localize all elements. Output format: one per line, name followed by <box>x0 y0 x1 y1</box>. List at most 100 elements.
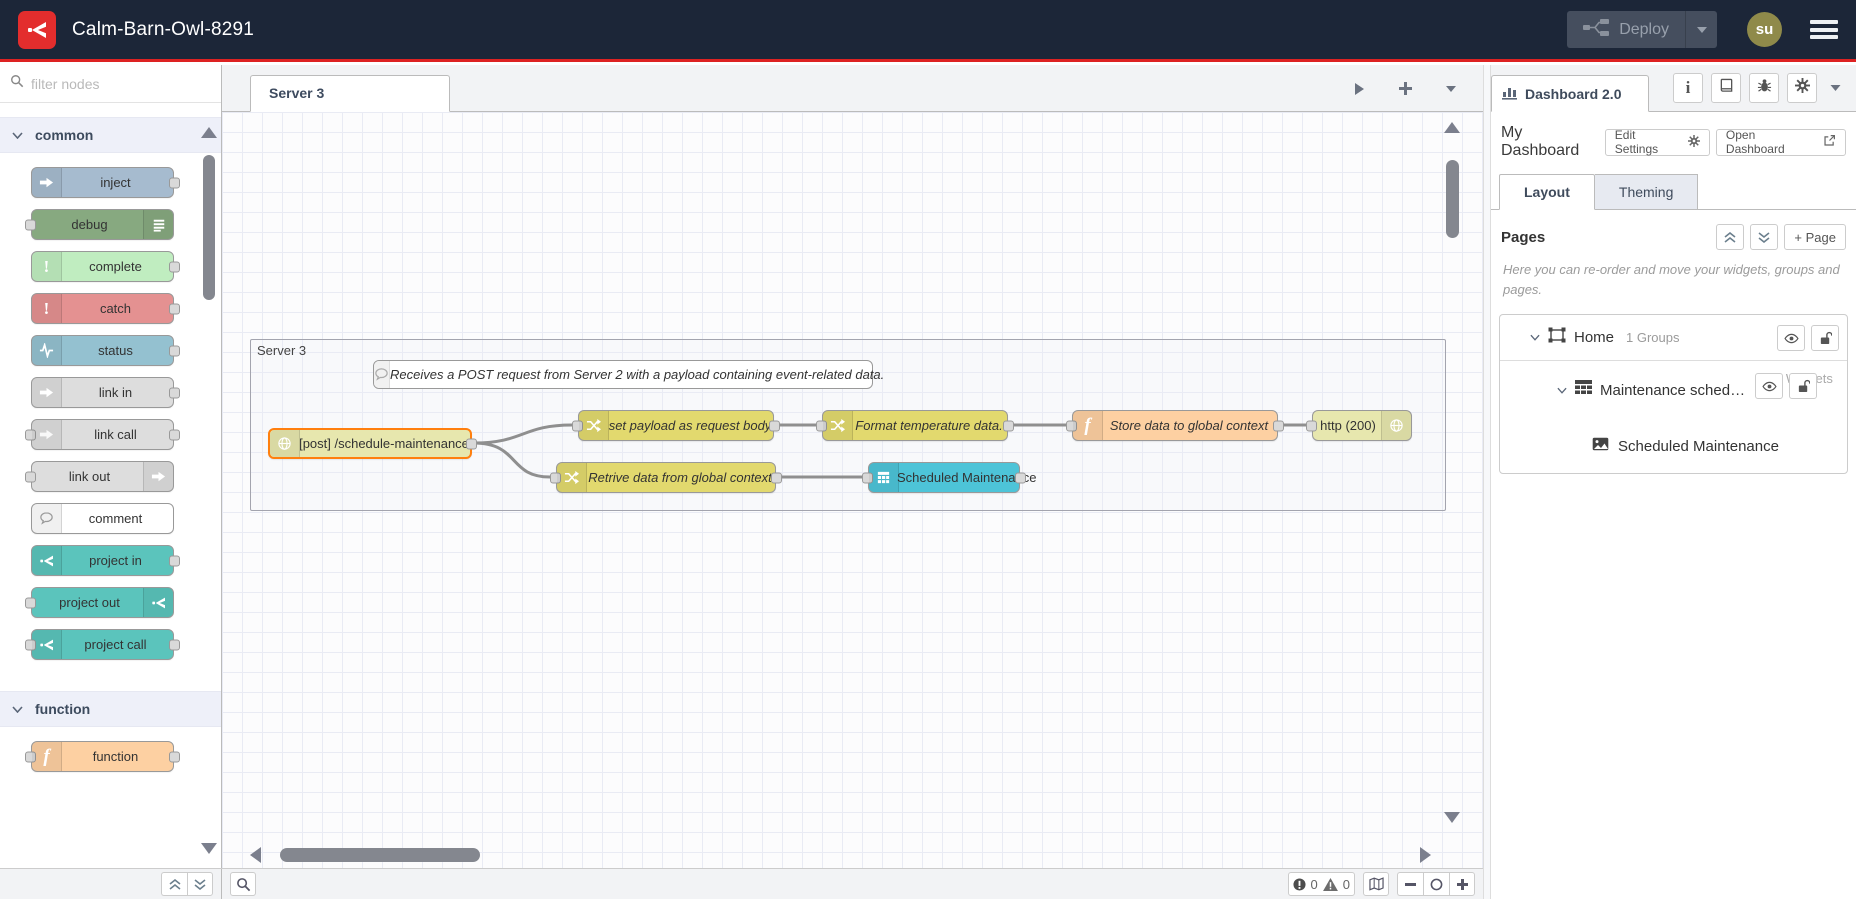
output-port[interactable] <box>1273 420 1284 431</box>
open-dashboard-button[interactable]: Open Dashboard <box>1715 128 1846 156</box>
scroll-down-icon[interactable] <box>201 843 217 854</box>
add-flow-icon[interactable] <box>1395 79 1415 99</box>
output-port[interactable] <box>169 387 180 398</box>
output-port[interactable] <box>1015 472 1026 483</box>
palette-node-comment[interactable]: comment <box>31 503 174 534</box>
chevron-down-icon[interactable] <box>1557 387 1567 394</box>
unlock-toggle-button[interactable] <box>1811 325 1839 352</box>
flow-node-ui-table[interactable]: Scheduled Maintenance <box>862 462 1037 493</box>
flow-node-function-store-data[interactable]: f Store data to global context <box>1066 410 1284 441</box>
palette-category-common[interactable]: common <box>0 117 221 153</box>
flow-node-change-format-temperature[interactable]: Format temperature data. <box>816 410 1014 441</box>
palette-node-function[interactable]: f function <box>25 741 180 772</box>
chevron-down-icon[interactable] <box>1530 334 1540 342</box>
next-tab-icon[interactable] <box>1349 79 1369 99</box>
flow-node-http-in[interactable]: [post] /schedule-maintenance <box>268 428 477 459</box>
palette-node-project-in[interactable]: project in <box>31 545 180 576</box>
node-red-app: Calm-Barn-Owl-8291 Deploy su filter node… <box>0 0 1856 899</box>
expand-all-categories-button[interactable] <box>187 872 213 896</box>
palette-nodes-common: inject debug ! complete ! catch status l… <box>0 153 221 677</box>
zoom-reset-button[interactable] <box>1423 872 1449 896</box>
flow-node-change-retrieve-data[interactable]: Retrive data from global context <box>550 462 782 493</box>
tree-row-widget-scheduled-maintenance[interactable]: Scheduled Maintenance <box>1500 419 1847 473</box>
exclamation-icon: ! <box>32 294 62 323</box>
output-port[interactable] <box>169 751 180 762</box>
zoom-out-button[interactable] <box>1397 872 1423 896</box>
table-grid-icon <box>869 463 899 492</box>
toggle-navigator-button[interactable] <box>1363 872 1389 896</box>
flow-node-change-set-payload[interactable]: set payload as request body <box>572 410 780 441</box>
collapse-all-categories-button[interactable] <box>161 872 187 896</box>
input-port[interactable] <box>25 471 36 482</box>
output-port[interactable] <box>169 303 180 314</box>
palette-node-inject[interactable]: inject <box>31 167 180 198</box>
output-port[interactable] <box>769 420 780 431</box>
main-menu-button[interactable] <box>1810 20 1838 39</box>
output-port[interactable] <box>169 555 180 566</box>
tree-row-page-home[interactable]: Home 1 Groups <box>1500 315 1847 362</box>
palette-node-debug[interactable]: debug <box>25 209 174 240</box>
horizontal-scrollbar-thumb[interactable] <box>280 848 480 862</box>
tab-server-3[interactable]: Server 3 <box>250 75 450 112</box>
edit-settings-button[interactable]: Edit Settings <box>1604 128 1710 156</box>
output-port[interactable] <box>169 429 180 440</box>
output-port[interactable] <box>1003 420 1014 431</box>
output-port[interactable] <box>169 639 180 650</box>
palette-node-status[interactable]: status <box>31 335 180 366</box>
add-page-button[interactable]: + Page <box>1784 224 1846 250</box>
visibility-toggle-button[interactable] <box>1755 373 1783 400</box>
scroll-up-icon[interactable] <box>1444 122 1460 133</box>
sidebar-splitter[interactable] <box>1483 65 1491 899</box>
settings-button[interactable] <box>1787 73 1817 103</box>
deploy-options-button[interactable] <box>1685 11 1717 48</box>
palette-node-link-out[interactable]: link out <box>25 461 174 492</box>
notifications-status[interactable]: 0 0 <box>1287 872 1355 896</box>
output-port[interactable] <box>466 438 477 449</box>
tree-row-group-maintenance[interactable]: Maintenance schedul... 1 Widgets <box>1500 361 1847 419</box>
output-port[interactable] <box>169 345 180 356</box>
scroll-left-icon[interactable] <box>250 847 261 863</box>
output-port[interactable] <box>169 177 180 188</box>
output-port[interactable] <box>169 261 180 272</box>
visibility-toggle-button[interactable] <box>1777 325 1805 352</box>
scroll-right-icon[interactable] <box>1420 847 1431 863</box>
zoom-in-button[interactable] <box>1449 872 1475 896</box>
palette-node-project-call[interactable]: project call <box>25 629 180 660</box>
scrollbar-thumb[interactable] <box>203 155 215 300</box>
search-flows-button[interactable] <box>230 872 256 896</box>
palette-node-catch[interactable]: ! catch <box>31 293 180 324</box>
collapse-all-button[interactable] <box>1716 224 1745 250</box>
palette-node-project-out[interactable]: project out <box>25 587 174 618</box>
palette-filter-input[interactable] <box>31 75 181 92</box>
flow-node-http-response[interactable]: http (200) <box>1306 410 1412 441</box>
tab-dashboard-2[interactable]: Dashboard 2.0 <box>1491 75 1649 112</box>
tab-layout[interactable]: Layout <box>1499 174 1595 210</box>
scroll-up-icon[interactable] <box>201 127 217 138</box>
expand-all-button[interactable] <box>1750 224 1779 250</box>
palette-category-function[interactable]: function <box>0 691 221 727</box>
palette-scrollbar[interactable] <box>201 127 217 854</box>
sidebar-menu-chevron-icon[interactable] <box>1829 84 1842 92</box>
input-port[interactable] <box>1306 420 1317 431</box>
group-label: Server 3 <box>257 343 307 358</box>
vertical-scrollbar-thumb[interactable] <box>1446 160 1459 238</box>
unlock-toggle-button[interactable] <box>1789 373 1817 400</box>
palette-node-link-in[interactable]: link in <box>31 377 180 408</box>
input-port[interactable] <box>25 219 36 230</box>
page-label: Home <box>1574 329 1615 347</box>
input-port[interactable] <box>25 597 36 608</box>
info-button[interactable]: i <box>1673 73 1703 103</box>
node-palette: common inject debug ! complete ! catch <box>0 65 222 868</box>
palette-node-link-call[interactable]: link call <box>25 419 180 450</box>
flow-list-icon[interactable] <box>1441 79 1461 99</box>
docs-button[interactable] <box>1711 73 1741 103</box>
deploy-button[interactable]: Deploy <box>1567 11 1717 48</box>
scroll-down-icon[interactable] <box>1444 812 1460 823</box>
tab-theming[interactable]: Theming <box>1594 174 1699 210</box>
user-avatar[interactable]: su <box>1747 12 1782 47</box>
flow-canvas[interactable]: Server 3 Receives a POST request from Se… <box>222 112 1483 868</box>
output-port[interactable] <box>771 472 782 483</box>
flow-node-comment[interactable]: Receives a POST request from Server 2 wi… <box>373 360 884 389</box>
debug-bug-button[interactable] <box>1749 73 1779 103</box>
palette-node-complete[interactable]: ! complete <box>31 251 180 282</box>
